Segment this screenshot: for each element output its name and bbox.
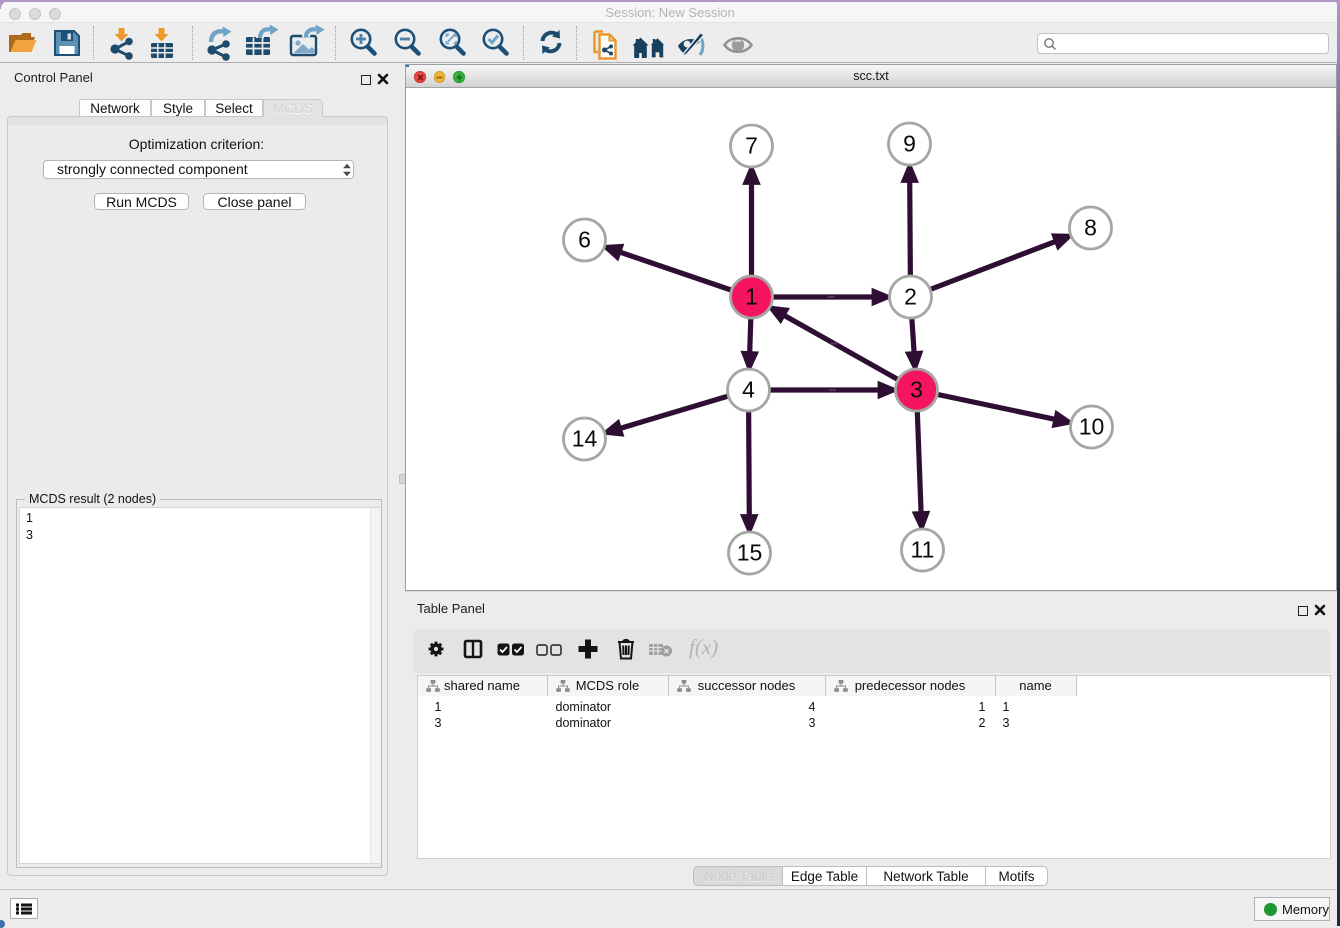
svg-text:10: 10 xyxy=(1078,414,1104,440)
svg-text:9: 9 xyxy=(903,131,916,157)
svg-text:2: 2 xyxy=(904,284,917,310)
svg-text:15: 15 xyxy=(736,540,762,566)
svg-text:3: 3 xyxy=(910,377,923,403)
svg-text:1: 1 xyxy=(745,284,758,310)
svg-text:14: 14 xyxy=(571,426,597,452)
svg-text:4: 4 xyxy=(742,377,755,403)
svg-text:8: 8 xyxy=(1084,215,1097,241)
svg-text:7: 7 xyxy=(745,133,758,159)
svg-text:6: 6 xyxy=(578,227,591,253)
svg-text:11: 11 xyxy=(910,537,934,563)
